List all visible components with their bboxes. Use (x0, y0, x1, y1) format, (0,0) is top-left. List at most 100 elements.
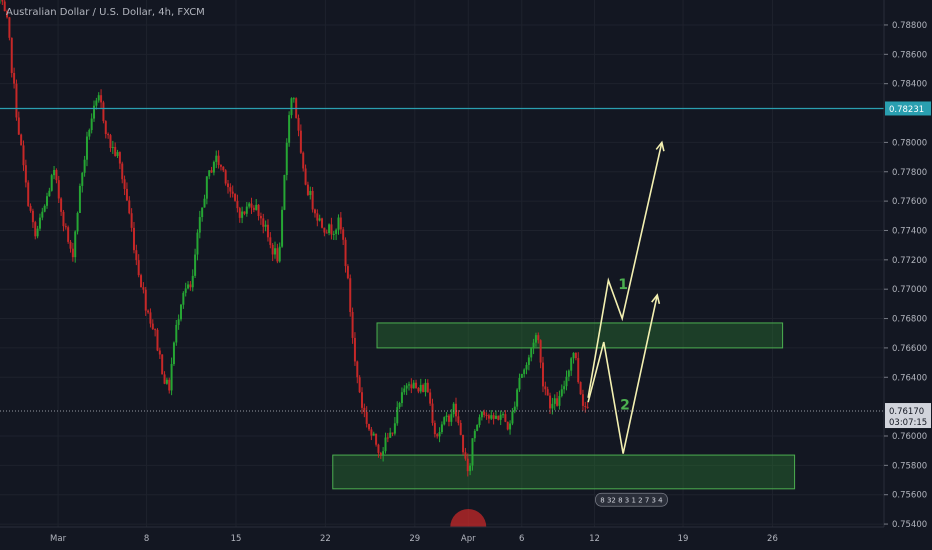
time-tick-label: Apr (461, 534, 476, 544)
candle-body (415, 382, 418, 389)
countdown-label: 03:07:15 (889, 418, 927, 428)
candle-body (60, 198, 63, 212)
candle-body (511, 411, 514, 424)
candle-body (15, 83, 18, 118)
candle-body (471, 438, 474, 466)
candle-body (405, 385, 408, 389)
candle-body (22, 145, 25, 166)
candle-body (419, 384, 422, 392)
candle-body (142, 287, 145, 290)
candle-body (10, 37, 13, 73)
candle-body (309, 190, 312, 195)
candle-body (466, 458, 469, 472)
candle-body (161, 354, 164, 375)
candle-body (579, 382, 582, 395)
candle-body (412, 382, 415, 389)
candle-body (393, 423, 396, 434)
price-tick-label: 0.76600 (892, 344, 927, 354)
candle-body (100, 95, 103, 103)
candle-body (504, 414, 507, 422)
candle-body (179, 304, 182, 320)
candle-body (546, 389, 549, 396)
price-tick-label: 0.75400 (892, 520, 927, 530)
candle-body (158, 350, 161, 355)
time-axis[interactable]: Mar 8 15 22 29 Apr 6 12 19 26 (0, 526, 884, 550)
candle-body (8, 17, 11, 38)
candle-body (104, 121, 107, 135)
candle-body (539, 340, 542, 363)
chart-area[interactable]: 128 32 8 3 1 2 7 3 4 0.78800 0.78600 0.784… (0, 0, 932, 550)
candle-body (107, 134, 110, 136)
candle-body (513, 406, 516, 412)
candle-body (208, 170, 211, 177)
price-tick-label: 0.75800 (892, 461, 927, 471)
candle-body (55, 169, 58, 181)
price-axis[interactable]: 0.78800 0.78600 0.78400 0.78000 0.77800 0.776… (883, 0, 932, 550)
candle-body (13, 72, 16, 84)
candle-body (360, 392, 363, 408)
candle-body (337, 217, 340, 230)
candle-body (422, 384, 425, 392)
candle-body (231, 191, 234, 194)
candle-body (476, 425, 479, 431)
price-tick-label: 0.78000 (892, 138, 927, 148)
candle-body (417, 388, 420, 392)
candle-body (473, 430, 476, 439)
candle-body (440, 424, 443, 433)
candle-body (274, 248, 277, 255)
candle-body (81, 172, 84, 186)
candle-body (175, 324, 178, 343)
candle-body (525, 364, 528, 370)
candle-body (438, 432, 441, 437)
candle-body (537, 335, 540, 341)
candle-body (168, 379, 171, 391)
candle-body (269, 237, 272, 245)
candle-body (304, 168, 307, 185)
candle-body (187, 284, 190, 289)
candle-body (400, 392, 403, 404)
price-tick-label: 0.76400 (892, 373, 927, 383)
candle-body (426, 382, 429, 393)
candle-body (574, 352, 577, 359)
candle-body (497, 415, 500, 420)
candle-body (85, 136, 88, 160)
candle-body (509, 423, 512, 430)
candle-body (205, 176, 208, 199)
candle-body (252, 207, 255, 210)
candle-body (321, 218, 324, 228)
time-tick-label: 6 (519, 534, 524, 544)
candle-body (118, 152, 121, 164)
candle-body (311, 190, 314, 210)
candle-body (424, 382, 427, 392)
candle-body (316, 213, 319, 221)
candle-body (149, 312, 152, 324)
candle-body (523, 369, 526, 374)
candle-body (365, 412, 368, 424)
candle-body (358, 377, 361, 393)
candle-body (443, 417, 446, 425)
candle-body (553, 398, 556, 404)
candle-body (577, 358, 580, 383)
candle-body (95, 100, 98, 106)
time-tick-label: 12 (589, 534, 600, 544)
price-chart-svg[interactable]: 128 32 8 3 1 2 7 3 4 0.788000.786000.784… (0, 0, 932, 550)
candle-body (177, 319, 180, 325)
candle-body (57, 180, 60, 199)
candle-body (102, 102, 105, 122)
price-tick-label: 0.77000 (892, 285, 927, 295)
candle-body (372, 433, 375, 436)
candle-body (245, 206, 248, 214)
candle-body (532, 342, 535, 349)
candle-body (370, 429, 373, 436)
candle-body (241, 211, 244, 218)
candle-body (494, 415, 497, 419)
candle-body (46, 196, 49, 206)
candle-body (342, 229, 345, 240)
candle-body (502, 414, 505, 416)
candle-body (93, 105, 96, 119)
candle-body (198, 217, 201, 233)
candle-body (299, 130, 302, 153)
candle-body (191, 275, 194, 288)
candle-body (262, 218, 265, 227)
candle-body (1, 0, 4, 2)
